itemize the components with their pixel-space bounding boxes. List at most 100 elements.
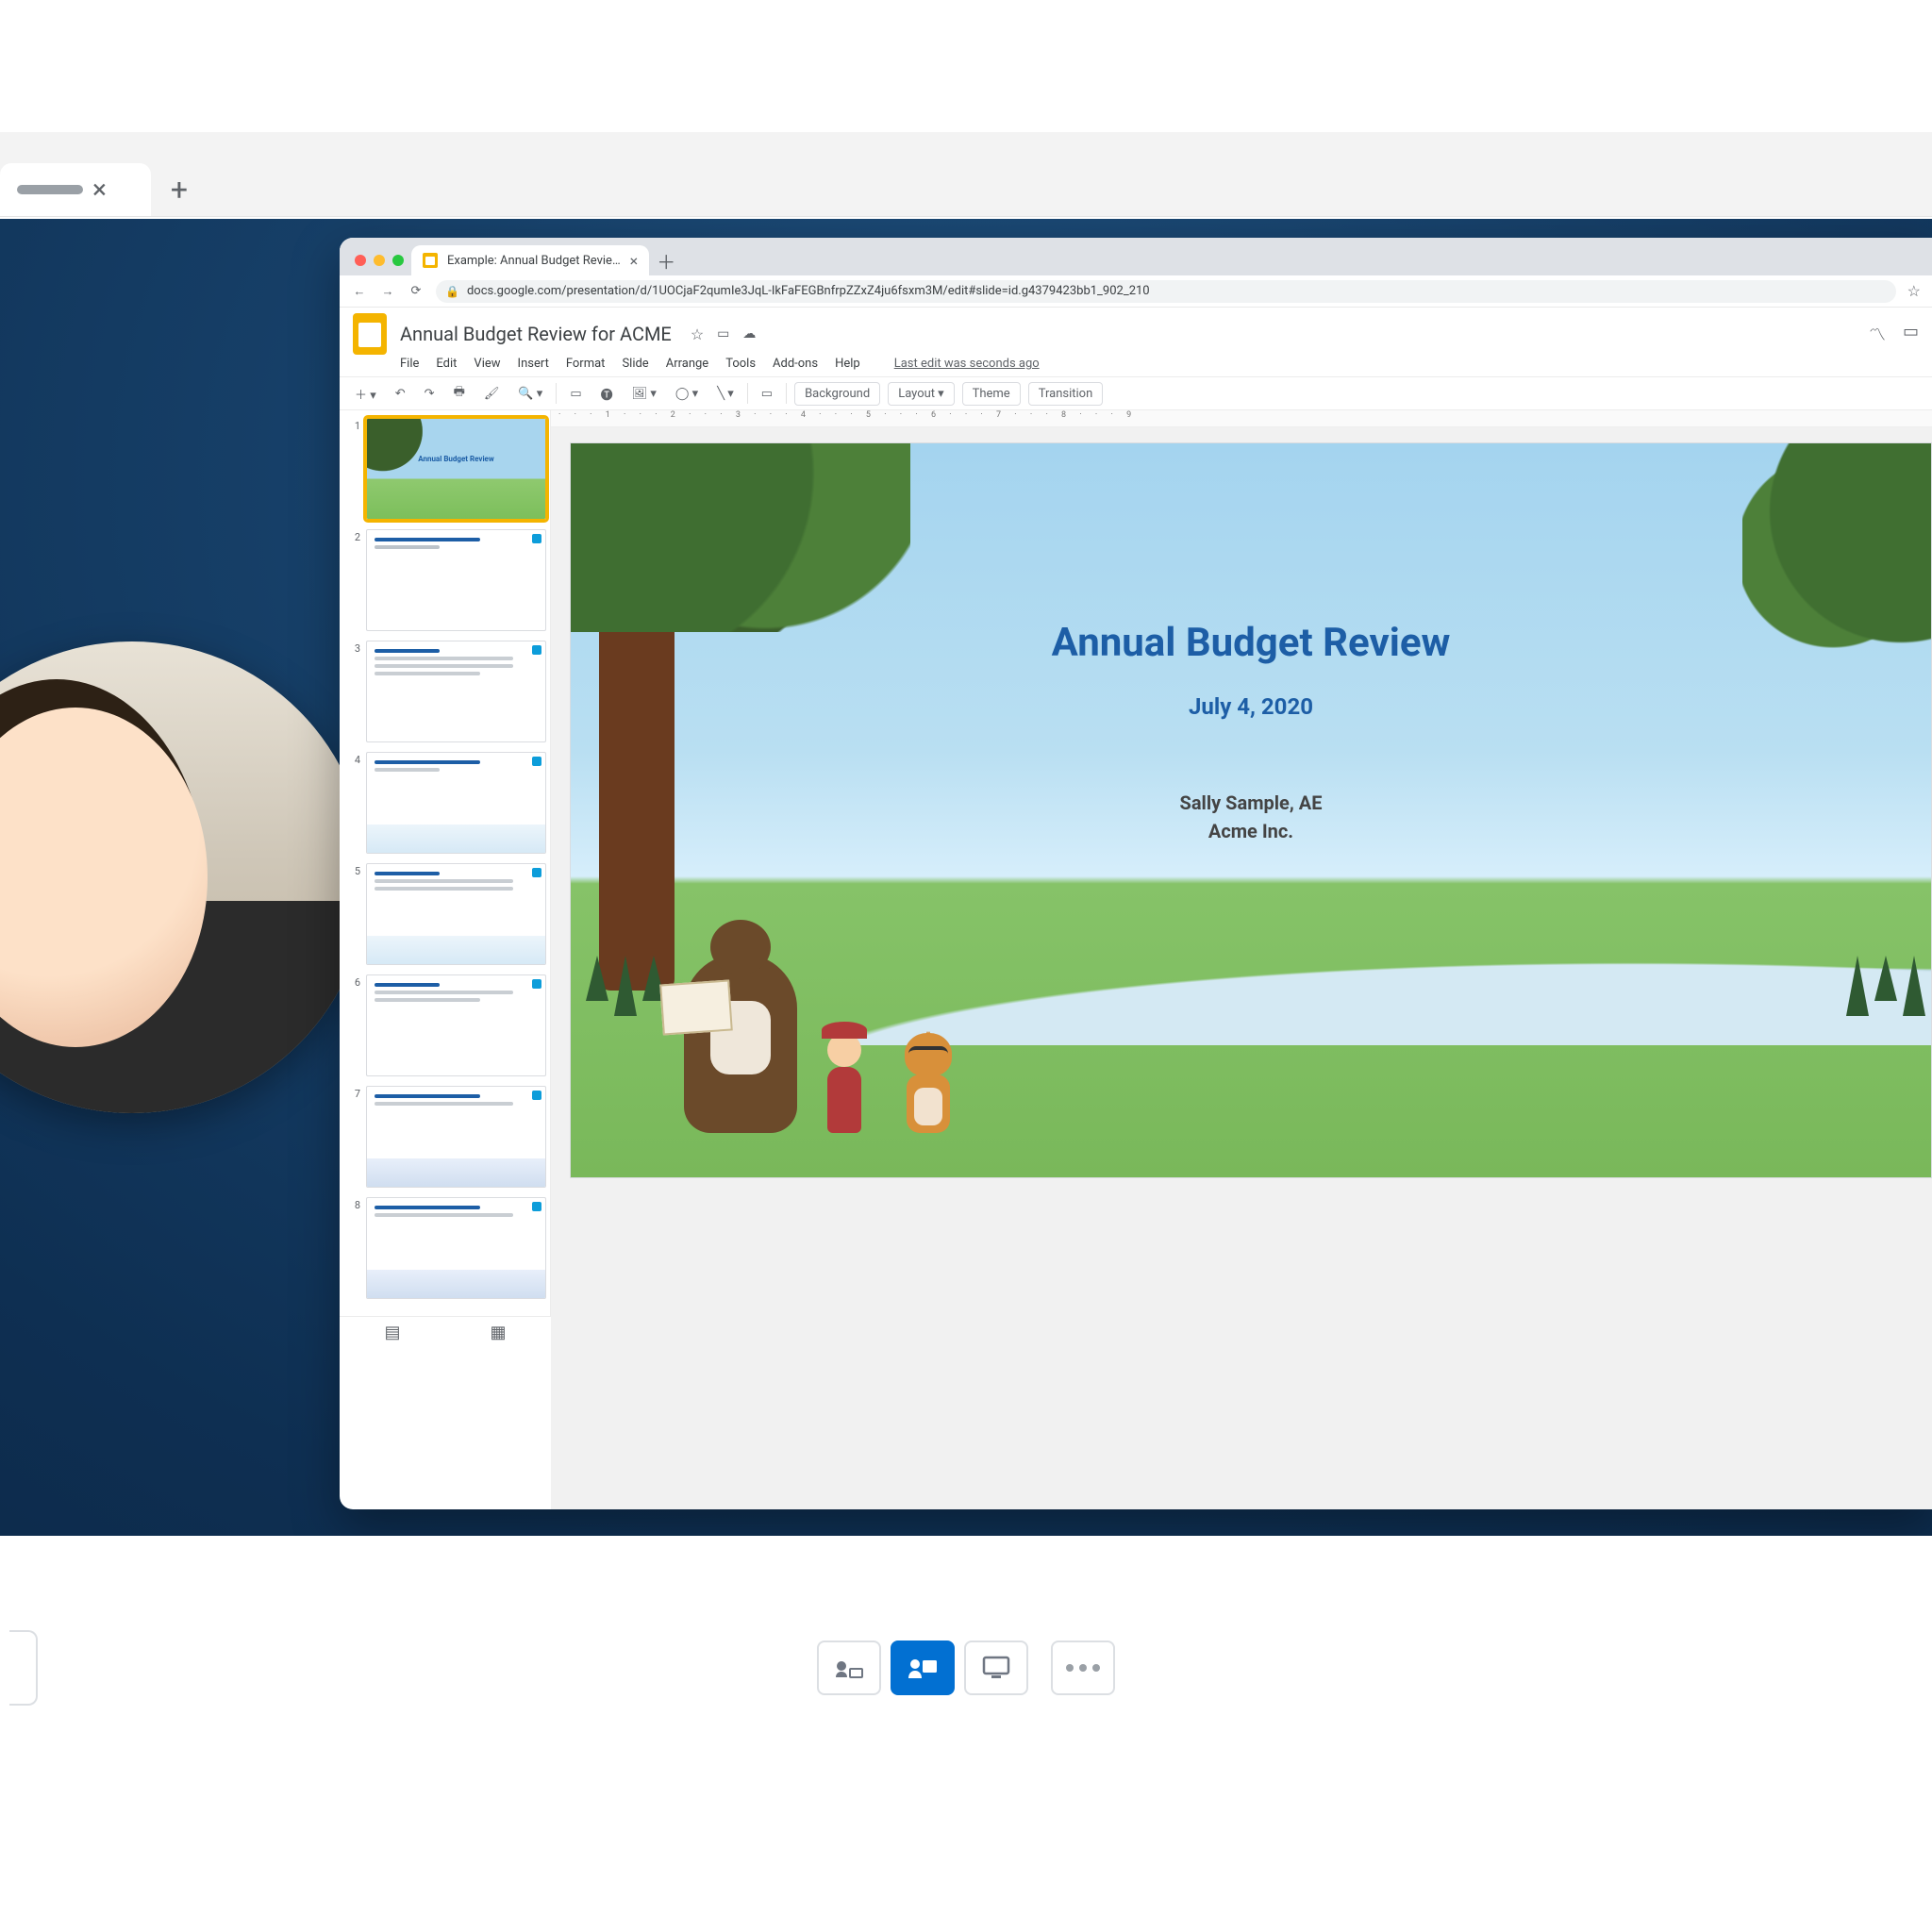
filmstrip-thumb[interactable]: 6	[347, 974, 546, 1076]
fox-character-icon	[891, 1020, 965, 1133]
left-panel-handle[interactable]	[9, 1630, 38, 1706]
slide-title-text[interactable]: Annual Budget Review	[571, 620, 1931, 666]
toolbar-sep	[786, 383, 787, 404]
outer-browser-tab[interactable]: ×	[0, 163, 151, 216]
toolbar-sep	[556, 383, 557, 404]
last-edit-text[interactable]: Last edit was seconds ago	[894, 357, 1040, 371]
new-slide-button[interactable]: ＋ ▾	[349, 383, 382, 405]
thumb-number: 5	[347, 863, 360, 965]
menu-addons[interactable]: Add-ons	[773, 357, 818, 371]
slides-body: 1 Annual Budget Review 2 3 4	[340, 410, 1932, 1509]
filmstrip-col: 1 Annual Budget Review 2 3 4	[340, 410, 551, 1509]
undo-icon[interactable]: ↶	[390, 385, 411, 403]
select-tool-icon[interactable]: ▭	[564, 385, 587, 403]
slide-canvas-wrap[interactable]: Annual Budget Review July 4, 2020 Sally …	[551, 427, 1932, 1509]
activity-icon[interactable]: 〽	[1869, 322, 1886, 346]
slide-pines-left	[586, 956, 665, 1016]
redo-icon[interactable]: ↷	[419, 385, 441, 403]
cloud-saved-icon: ☁	[742, 326, 756, 341]
zoom-dropdown[interactable]: 🔍 ▾	[512, 385, 548, 403]
slide-canvas[interactable]: Annual Budget Review July 4, 2020 Sally …	[570, 442, 1932, 1178]
mode-camera-and-screen-button[interactable]	[891, 1641, 955, 1695]
bookmark-star-icon[interactable]: ☆	[1907, 282, 1921, 300]
filmstrip-view-toggle: ▤ ▦	[340, 1316, 551, 1348]
slides-toolbar: ＋ ▾ ↶ ↷ 🖶 🖌 🔍 ▾ ▭ 🅣 🖼 ▾ ◯ ▾ ╲ ▾ ▭ Backgr…	[340, 376, 1932, 410]
thumb-number: 3	[347, 641, 360, 742]
thumb-number: 4	[347, 752, 360, 854]
traffic-light-zoom[interactable]	[392, 255, 404, 266]
comments-icon[interactable]: ▭	[1903, 322, 1919, 346]
transition-button[interactable]: Transition	[1028, 382, 1104, 406]
filmstrip-thumb[interactable]: 1 Annual Budget Review	[347, 418, 546, 520]
cloud-badge-icon	[532, 1202, 541, 1211]
print-icon[interactable]: 🖶	[448, 381, 471, 406]
tab-title-placeholder	[17, 185, 83, 194]
nav-back-icon[interactable]: ←	[351, 284, 368, 299]
star-icon[interactable]: ☆	[691, 325, 704, 343]
comment-icon[interactable]: ▭	[756, 385, 778, 403]
filmstrip-thumb[interactable]: 5	[347, 863, 546, 965]
url-field[interactable]: 🔒 docs.google.com/presentation/d/1UOCjaF…	[436, 280, 1896, 303]
menu-help[interactable]: Help	[835, 357, 860, 371]
slide-presenter-text[interactable]: Sally Sample, AE Acme Inc.	[571, 789, 1931, 845]
filmstrip-thumb[interactable]: 2	[347, 529, 546, 631]
presenter-video-bubble[interactable]	[0, 641, 368, 1113]
paint-format-icon[interactable]: 🖌	[478, 385, 506, 403]
mode-screen-only-button[interactable]	[964, 1641, 1028, 1695]
thumb-number: 8	[347, 1197, 360, 1299]
line-tool-icon[interactable]: ╲ ▾	[711, 385, 740, 403]
slide-date-text[interactable]: July 4, 2020	[571, 693, 1931, 720]
inner-address-bar: ← → ⟳ 🔒 docs.google.com/presentation/d/1…	[340, 275, 1932, 308]
cloud-badge-icon	[532, 645, 541, 655]
traffic-light-minimize[interactable]	[374, 255, 385, 266]
slide-editor: · · · 1 · · · 2 · · · 3 · · · 4 · · · 5 …	[551, 410, 1932, 1509]
menu-tools[interactable]: Tools	[725, 357, 756, 371]
inner-new-tab-button[interactable]: ＋	[653, 247, 679, 274]
window-controls	[351, 255, 411, 275]
theme-button[interactable]: Theme	[962, 382, 1021, 406]
slide-pines-right	[1846, 956, 1925, 1016]
filmstrip-thumb[interactable]: 7	[347, 1086, 546, 1188]
filmstrip-thumb[interactable]: 8	[347, 1197, 546, 1299]
textbox-tool-icon[interactable]: 🅣	[595, 383, 619, 405]
shape-tool-icon[interactable]: ◯ ▾	[670, 385, 704, 403]
filmstrip-thumb[interactable]: 3	[347, 641, 546, 742]
bear-character-icon	[684, 954, 797, 1133]
filmstrip-grid-view-icon[interactable]: ▦	[490, 1323, 506, 1342]
traffic-light-close[interactable]	[355, 255, 366, 266]
menu-arrange[interactable]: Arrange	[666, 357, 708, 371]
new-tab-button[interactable]: +	[162, 173, 196, 207]
filmstrip[interactable]: 1 Annual Budget Review 2 3 4	[340, 410, 551, 1316]
toolbar-sep	[747, 383, 748, 404]
image-tool-icon[interactable]: 🖼 ▾	[626, 385, 662, 403]
inner-browser-tab[interactable]: Example: Annual Budget Revie… ×	[411, 245, 649, 275]
nav-forward-icon[interactable]: →	[379, 284, 396, 299]
inner-tab-title: Example: Annual Budget Revie…	[447, 254, 621, 268]
menu-file[interactable]: File	[400, 357, 419, 371]
close-icon[interactable]: ×	[92, 174, 107, 205]
nav-reload-icon[interactable]: ⟳	[408, 284, 425, 298]
slides-header: Annual Budget Review for ACME ☆ ▭ ☁ 〽 ▭	[340, 308, 1932, 357]
cloud-badge-icon	[532, 868, 541, 877]
layout-mode-group	[817, 1641, 1115, 1695]
thumb-number: 6	[347, 974, 360, 1076]
menu-insert[interactable]: Insert	[518, 357, 549, 371]
layout-button[interactable]: Layout ▾	[888, 382, 954, 406]
lock-icon: 🔒	[445, 285, 459, 298]
move-icon[interactable]: ▭	[717, 326, 729, 341]
close-icon[interactable]: ×	[630, 252, 639, 270]
document-title[interactable]: Annual Budget Review for ACME	[400, 323, 672, 345]
menu-slide[interactable]: Slide	[622, 357, 648, 371]
meeting-control-bar	[0, 1611, 1932, 1724]
thumb-title: Annual Budget Review	[367, 455, 545, 463]
google-slides-logo-icon	[353, 313, 387, 355]
menu-format[interactable]: Format	[566, 357, 606, 371]
mode-camera-only-button[interactable]	[817, 1641, 881, 1695]
more-options-button[interactable]	[1051, 1641, 1115, 1695]
background-button[interactable]: Background	[794, 382, 880, 406]
menu-edit[interactable]: Edit	[436, 357, 457, 371]
outer-browser-tabstrip: × +	[0, 132, 1932, 217]
filmstrip-thumb[interactable]: 4	[347, 752, 546, 854]
menu-view[interactable]: View	[474, 357, 500, 371]
filmstrip-list-view-icon[interactable]: ▤	[384, 1323, 400, 1342]
